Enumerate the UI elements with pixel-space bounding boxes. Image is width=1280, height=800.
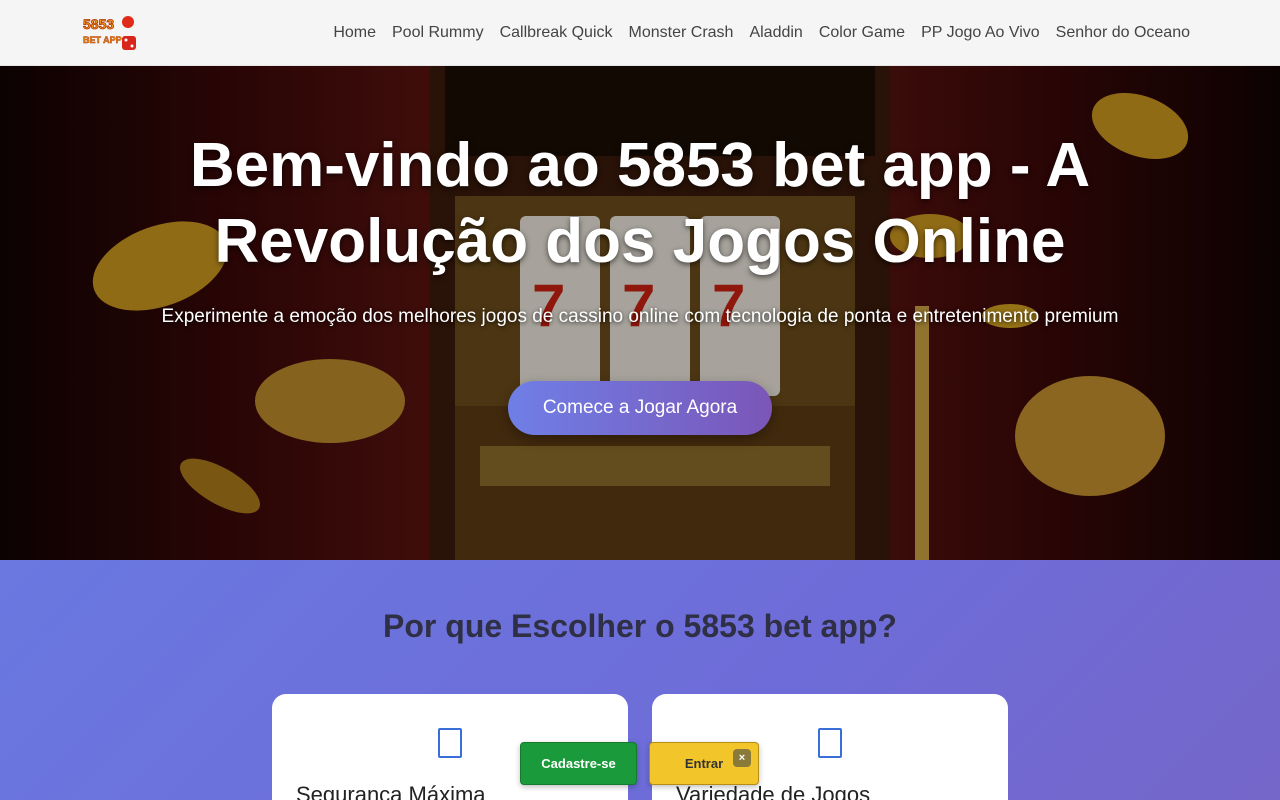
games-icon xyxy=(818,728,842,758)
hero-section: 7 7 7 Bem-vindo ao 5853 bet app - A Revo… xyxy=(0,66,1280,560)
logo-text-bottom: BET APP xyxy=(83,35,122,45)
nav-pp-jogo-ao-vivo[interactable]: PP Jogo Ao Vivo xyxy=(921,24,1040,42)
close-icon[interactable]: × xyxy=(733,749,751,767)
nav-home[interactable]: Home xyxy=(333,24,376,42)
main-nav: Home Pool Rummy Callbreak Quick Monster … xyxy=(333,0,1190,66)
shield-icon xyxy=(438,728,462,758)
features-section: Por que Escolher o 5853 bet app? Seguran… xyxy=(0,560,1280,800)
features-title: Por que Escolher o 5853 bet app? xyxy=(383,608,897,644)
feature-card-title: Segurança Máxima xyxy=(296,782,486,800)
logo-text-top: 5853 xyxy=(83,16,114,32)
logo[interactable]: 5853 BET APP xyxy=(82,12,140,54)
nav-aladdin[interactable]: Aladdin xyxy=(749,24,802,42)
nav-monster-crash[interactable]: Monster Crash xyxy=(629,24,734,42)
hero-subtitle: Experimente a emoção dos melhores jogos … xyxy=(161,306,1119,327)
hero-title: Bem-vindo ao 5853 bet app - A Revolução … xyxy=(189,131,1091,276)
start-playing-button[interactable]: Comece a Jogar Agora xyxy=(508,381,772,435)
nav-senhor-do-oceano[interactable]: Senhor do Oceano xyxy=(1056,24,1190,42)
nav-callbreak-quick[interactable]: Callbreak Quick xyxy=(500,24,613,42)
nav-color-game[interactable]: Color Game xyxy=(819,24,905,42)
register-button[interactable]: Cadastre-se xyxy=(520,742,637,785)
nav-pool-rummy[interactable]: Pool Rummy xyxy=(392,24,484,42)
site-header: 5853 BET APP Home Pool Rummy Callbreak Q… xyxy=(0,0,1280,66)
